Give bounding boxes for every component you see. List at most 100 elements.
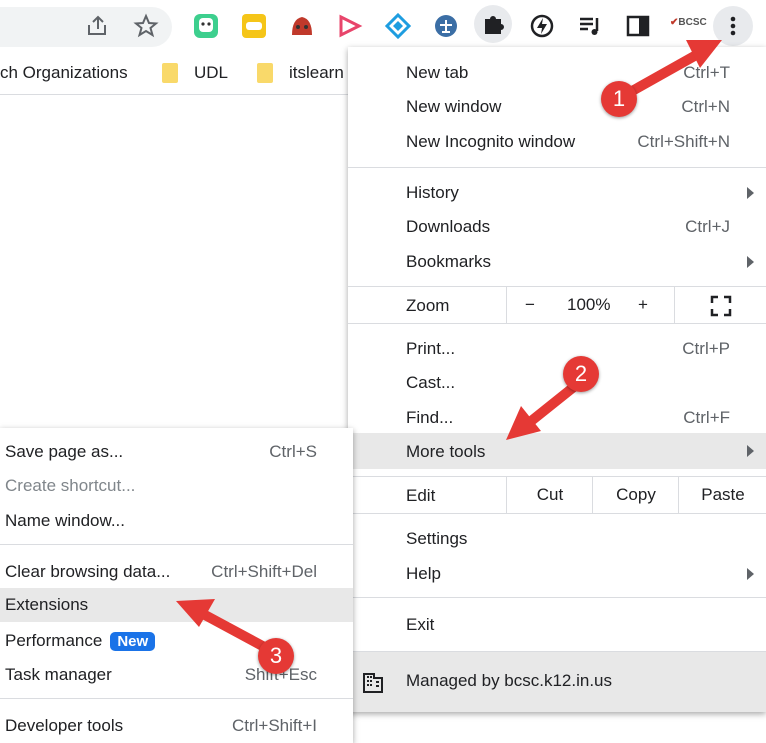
menu-label: History <box>406 183 459 202</box>
menu-shortcut: Ctrl+Shift+I <box>231 716 317 735</box>
menu-item-extensions[interactable]: Extensions <box>0 588 353 622</box>
menu-label: More tools <box>406 442 486 461</box>
menu-shortcut: Ctrl+Shift+N <box>637 132 730 151</box>
puzzle-extensions-button[interactable] <box>474 5 512 43</box>
zoom-controls: − 100% + <box>506 287 675 323</box>
copy-button[interactable]: Copy <box>592 477 679 513</box>
fullscreen-button[interactable] <box>674 287 766 323</box>
scale-ext-icon[interactable] <box>433 13 459 39</box>
menu-shortcut: Ctrl+J <box>685 217 730 236</box>
menu-shortcut: Ctrl+F <box>683 408 730 427</box>
paste-button[interactable]: Paste <box>678 477 766 513</box>
bookmark-item[interactable]: itslearn <box>289 63 344 83</box>
menu-item-performance[interactable]: Performance New <box>0 624 353 658</box>
cut-button[interactable]: Cut <box>506 477 593 513</box>
zoom-level: 100% <box>567 295 611 314</box>
lightning-ext-icon[interactable] <box>529 13 555 39</box>
bookmark-item[interactable]: ch Organizations <box>0 63 128 83</box>
menu-label: Extensions <box>5 595 89 614</box>
submenu-arrow-icon <box>747 187 754 199</box>
menu-label: New Incognito window <box>406 132 576 151</box>
menu-label: Bookmarks <box>406 252 492 271</box>
menu-item-settings[interactable]: Settings <box>348 522 766 556</box>
menu-label: Downloads <box>406 217 491 236</box>
bcsc-logo-icon[interactable]: ✔BCSC <box>670 17 707 33</box>
menu-separator <box>348 597 766 598</box>
menu-separator <box>348 323 766 324</box>
menu-label: Print... <box>406 339 456 358</box>
fullscreen-icon <box>710 295 732 317</box>
media-queue-icon[interactable] <box>577 13 603 39</box>
screencast-ext-icon[interactable] <box>337 13 363 39</box>
bitmoji-icon[interactable] <box>193 13 219 39</box>
ladybug-ext-icon[interactable] <box>289 13 315 39</box>
menu-label: Settings <box>406 529 468 548</box>
new-badge: New <box>110 632 156 651</box>
folder-icon <box>257 63 273 83</box>
menu-item-print[interactable]: Print... Ctrl+P <box>348 332 766 366</box>
menu-separator <box>348 513 766 514</box>
submenu-arrow-icon <box>747 568 754 580</box>
menu-shortcut: Ctrl+P <box>682 339 730 358</box>
puzzle-extensions-icon <box>485 16 504 34</box>
menu-label: Developer tools <box>5 716 124 735</box>
kebab-menu-button[interactable] <box>713 6 753 46</box>
menu-label-wrap: Performance New <box>5 631 156 651</box>
menu-item-zoom: Zoom − 100% + <box>348 287 766 323</box>
menu-item-new-incognito[interactable]: New Incognito window Ctrl+Shift+N <box>348 125 766 159</box>
menu-label: Name window... <box>5 511 125 530</box>
menu-label: Clear browsing data... <box>5 562 171 581</box>
bookmark-item[interactable]: UDL <box>194 63 228 83</box>
menu-item-task-manager[interactable]: Task manager Shift+Esc <box>0 658 353 692</box>
menu-shortcut: Ctrl+S <box>269 442 317 461</box>
star-icon[interactable] <box>133 13 159 39</box>
menu-item-create-shortcut: Create shortcut... <box>0 469 353 503</box>
callout-number-1: 1 <box>601 81 637 117</box>
menu-item-find[interactable]: Find... Ctrl+F <box>348 401 766 435</box>
menu-item-save-page[interactable]: Save page as... Ctrl+S <box>0 435 353 469</box>
menu-item-history[interactable]: History <box>348 176 766 210</box>
kebab-menu-icon <box>730 16 736 36</box>
chat-ext-icon[interactable] <box>241 13 267 39</box>
zoom-out-button[interactable]: − <box>525 287 535 323</box>
menu-shortcut: Ctrl+T <box>683 63 730 82</box>
menu-label: Task manager <box>5 665 112 684</box>
bcsc-logo-text: BCSC <box>678 17 707 28</box>
menu-label: Save page as... <box>5 442 124 461</box>
more-tools-submenu: Save page as... Ctrl+S Create shortcut...… <box>0 428 353 743</box>
menu-item-new-window[interactable]: New window Ctrl+N <box>348 90 766 124</box>
menu-item-downloads[interactable]: Downloads Ctrl+J <box>348 210 766 244</box>
menu-label: Managed by bcsc.k12.in.us <box>406 671 613 690</box>
share-icon[interactable] <box>85 13 111 39</box>
callout-number-3: 3 <box>258 638 294 674</box>
folder-icon <box>162 63 178 83</box>
menu-label: Edit <box>406 486 436 505</box>
building-icon <box>363 673 383 693</box>
menu-item-developer-tools[interactable]: Developer tools Ctrl+Shift+I <box>0 709 353 743</box>
menu-item-bookmarks[interactable]: Bookmarks <box>348 245 766 279</box>
menu-label: Performance <box>5 631 103 650</box>
menu-shortcut: Ctrl+N <box>681 97 730 116</box>
menu-item-new-tab[interactable]: New tab Ctrl+T <box>348 56 766 90</box>
menu-item-clear-browsing-data[interactable]: Clear browsing data... Ctrl+Shift+Del <box>0 555 353 589</box>
menu-item-name-window[interactable]: Name window... <box>0 504 353 538</box>
chrome-main-menu: New tab Ctrl+T New window Ctrl+N New Incog… <box>348 47 766 712</box>
menu-label: Exit <box>406 615 435 634</box>
menu-item-cast[interactable]: Cast... <box>348 366 766 400</box>
diamond-ext-icon[interactable] <box>385 13 411 39</box>
menu-label: Find... <box>406 408 454 427</box>
menu-separator <box>348 167 766 168</box>
menu-item-edit: Edit Cut Copy Paste <box>348 477 766 513</box>
menu-item-managed[interactable]: Managed by bcsc.k12.in.us <box>348 652 766 712</box>
menu-item-exit[interactable]: Exit <box>348 608 766 642</box>
menu-label: Create shortcut... <box>5 476 136 495</box>
menu-separator <box>0 544 353 545</box>
menu-separator <box>0 698 353 699</box>
submenu-arrow-icon <box>747 445 754 457</box>
submenu-arrow-icon <box>747 256 754 268</box>
menu-shortcut: Ctrl+Shift+Del <box>211 562 317 581</box>
zoom-in-button[interactable]: + <box>638 287 648 323</box>
side-panel-icon[interactable] <box>625 13 651 39</box>
menu-item-help[interactable]: Help <box>348 557 766 591</box>
menu-item-more-tools[interactable]: More tools <box>348 433 766 469</box>
